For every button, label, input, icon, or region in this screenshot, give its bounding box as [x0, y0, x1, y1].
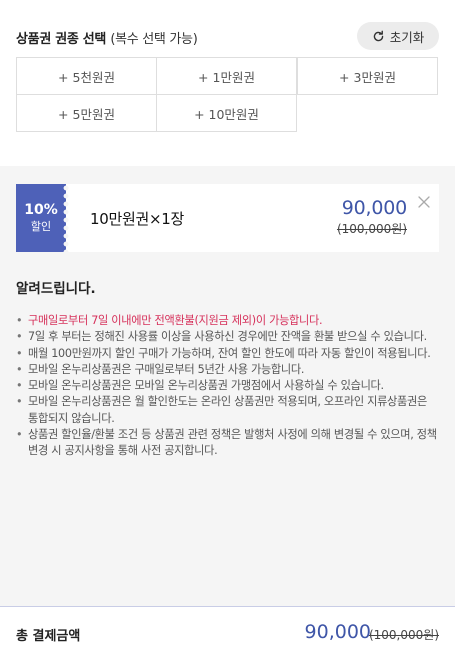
notice-item: 모바일 온누리상품권은 구매일로부터 5년간 사용 가능합니다. — [16, 362, 441, 379]
notice-item: 모바일 온누리상품권은 월 할인한도는 온라인 상품권만 적용되며, 오프라인 … — [16, 394, 441, 427]
payment-total-bar: 총 결제금액 90,000 (100,000원) — [0, 606, 455, 660]
reset-button[interactable]: 초기화 — [357, 22, 439, 50]
discount-badge: 10% 할인 — [16, 184, 66, 252]
reset-button-label: 초기화 — [389, 29, 425, 45]
close-icon[interactable] — [417, 194, 431, 208]
section-title-sub: (복수 선택 가능) — [110, 32, 198, 47]
option-100000-button[interactable]: + 10만원권 — [156, 94, 297, 132]
voucher-quantity: 1장 — [161, 210, 185, 228]
discount-percent: 10% — [24, 202, 58, 218]
option-50000-button[interactable]: + 5만원권 — [16, 94, 157, 132]
option-10000-button[interactable]: + 1만원권 — [156, 57, 297, 95]
quantity-multiplier: × — [149, 210, 162, 228]
voucher-denomination: 10만원권 — [90, 210, 149, 228]
voucher-selection-panel: 상품권 권종 선택 (복수 선택 가능) 초기화 + 5천원권 + 1만원권 +… — [0, 0, 455, 166]
total-label: 총 결제금액 — [16, 629, 81, 644]
total-amount: 90,000 — [304, 621, 371, 643]
notice-title: 알려드립니다. — [16, 281, 96, 297]
notice-section: 알려드립니다. 구매일로부터 7일 이내에만 전액환불(지원금 제외)이 가능합… — [16, 277, 441, 460]
section-title: 상품권 권종 선택 (복수 선택 가능) — [16, 28, 198, 47]
total-original-amount: (100,000원) — [368, 628, 439, 642]
option-5000-button[interactable]: + 5천원권 — [16, 57, 157, 95]
refresh-icon — [372, 30, 385, 43]
notice-item: 상품권 할인율/환불 조건 등 상품권 관련 정책은 발행처 사정에 의해 변경… — [16, 427, 441, 460]
section-header: 상품권 권종 선택 (복수 선택 가능) 초기화 — [16, 22, 439, 52]
notice-list: 구매일로부터 7일 이내에만 전액환불(지원금 제외)이 가능합니다. 7일 후… — [16, 313, 441, 460]
selected-voucher-name: 10만원권×1장 — [90, 208, 184, 229]
notice-item: 모바일 온누리상품권은 모바일 온누리상품권 가맹점에서 사용하실 수 있습니다… — [16, 378, 441, 395]
option-30000-button[interactable]: + 3만원권 — [297, 57, 438, 95]
voucher-original-price: (100,000원) — [336, 222, 407, 236]
voucher-price: 90,000 — [341, 197, 407, 219]
discount-label: 할인 — [30, 220, 52, 233]
selected-voucher-card: 10% 할인 10만원권×1장 90,000 (100,000원) — [16, 184, 439, 252]
notice-item: 7일 후 부터는 정해진 사용률 이상을 사용하신 경우에만 잔액을 환불 받으… — [16, 329, 441, 346]
section-title-main: 상품권 권종 선택 — [16, 32, 107, 47]
notice-item: 매월 100만원까지 할인 구매가 가능하며, 잔여 할인 한도에 따라 자동 … — [16, 346, 441, 363]
ticket-perforation — [62, 184, 70, 252]
notice-item-refund: 구매일로부터 7일 이내에만 전액환불(지원금 제외)이 가능합니다. — [16, 313, 441, 330]
